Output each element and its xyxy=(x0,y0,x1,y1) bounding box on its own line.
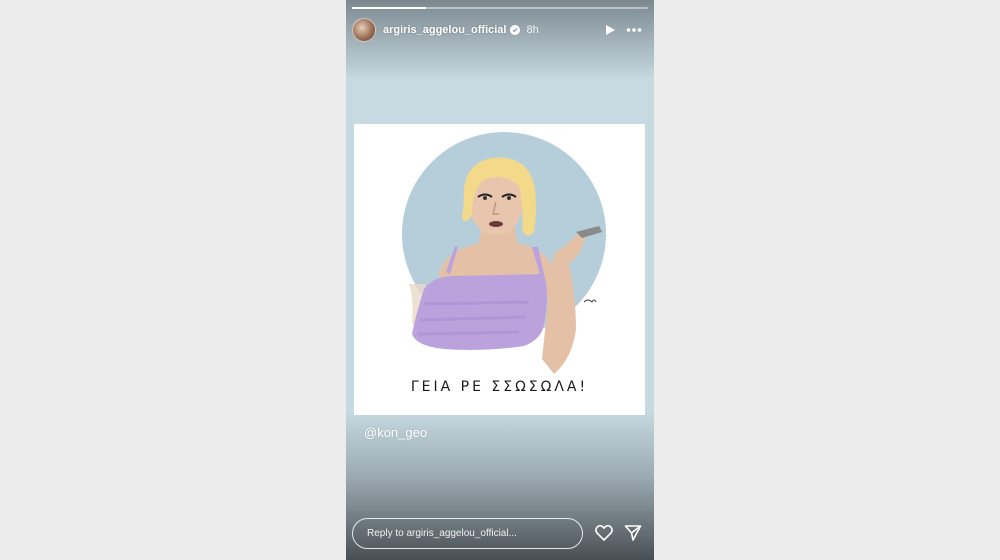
mention-tag[interactable]: @kon_geo xyxy=(364,425,427,440)
story-progress-fill xyxy=(352,7,426,9)
username[interactable]: argiris_aggelou_official xyxy=(383,24,506,36)
avatar[interactable] xyxy=(352,18,376,42)
story-artwork: ΓΕΙΑ ΡΕ ΣΣΩΣΩΛΑ! xyxy=(354,124,645,415)
more-options-icon[interactable] xyxy=(626,27,642,33)
play-icon[interactable] xyxy=(604,24,616,36)
send-icon[interactable] xyxy=(624,524,642,542)
illustration xyxy=(402,132,606,374)
story-progress-bar xyxy=(352,7,648,9)
verified-badge-icon xyxy=(510,25,521,35)
reply-input[interactable] xyxy=(352,518,583,549)
story-header: argiris_aggelou_official 8h xyxy=(352,17,648,43)
story-viewer[interactable]: argiris_aggelou_official 8h ΓΕΙΑ ΡΕ ΣΣΩΣ… xyxy=(346,0,654,560)
heart-icon[interactable] xyxy=(595,525,613,541)
time-ago: 8h xyxy=(526,24,539,36)
artwork-caption: ΓΕΙΑ ΡΕ ΣΣΩΣΩΛΑ! xyxy=(410,379,589,395)
